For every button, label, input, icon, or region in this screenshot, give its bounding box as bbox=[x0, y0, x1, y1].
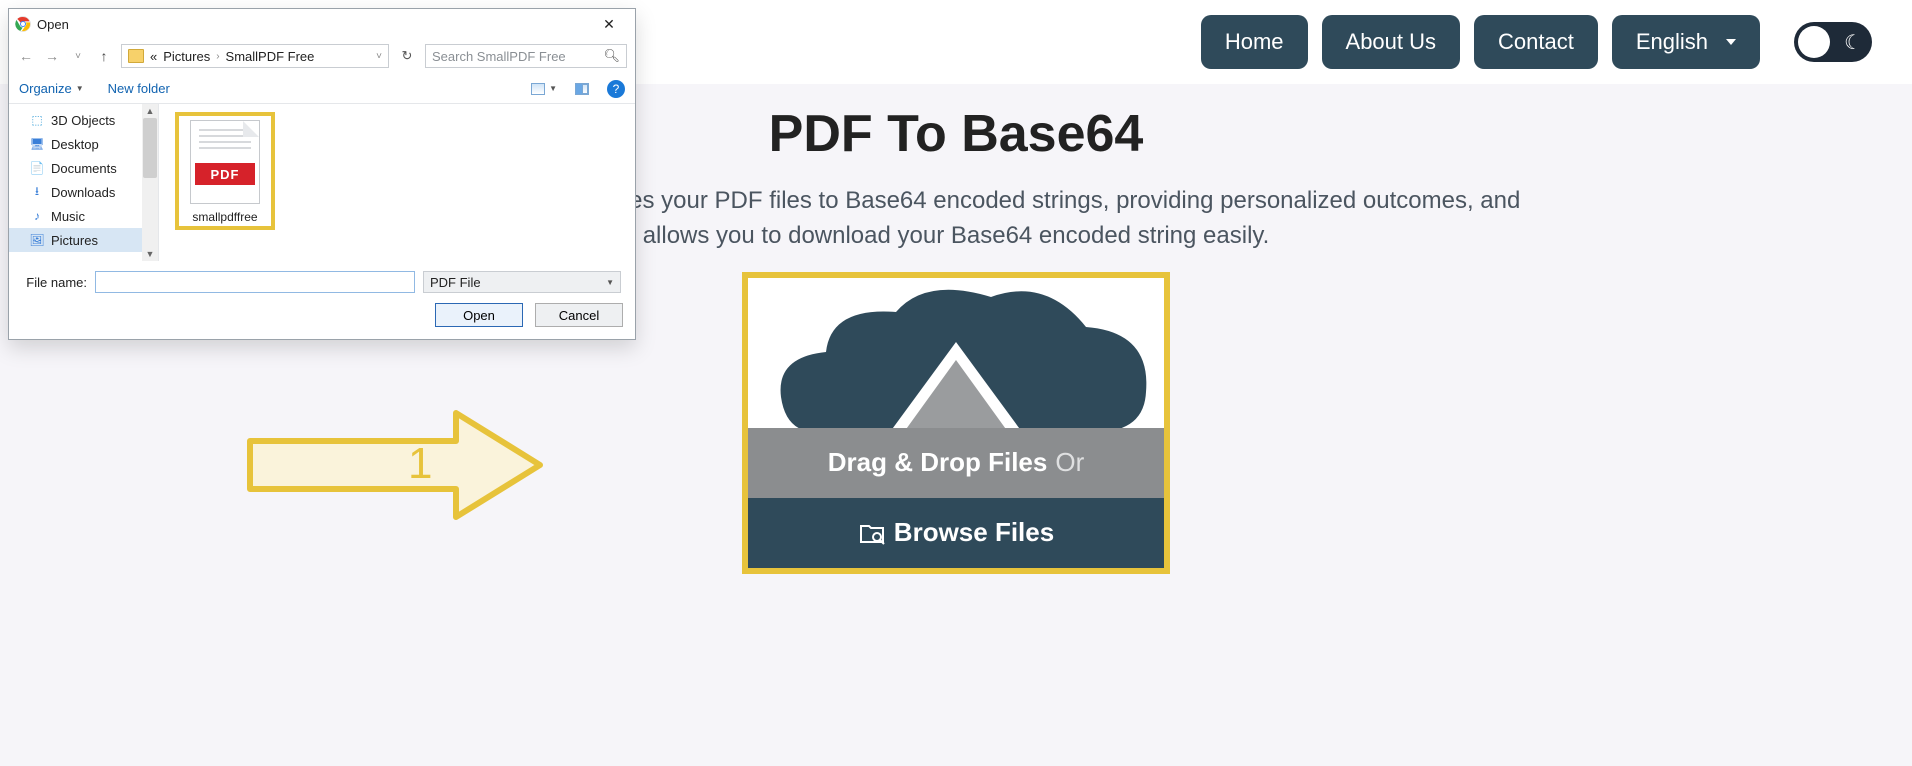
organize-label: Organize bbox=[19, 81, 72, 96]
search-icon: 🔍︎ bbox=[603, 48, 620, 64]
tree-scrollbar[interactable]: ▲ ▼ bbox=[142, 104, 158, 261]
dialog-nav-row: ← → ˅ ↑ « Pictures › SmallPDF Free ˅ ↻ S… bbox=[9, 39, 635, 73]
dialog-title: Open bbox=[37, 17, 589, 32]
tree-item-3d-objects[interactable]: ⬚ 3D Objects bbox=[9, 108, 158, 132]
toggle-knob bbox=[1798, 26, 1830, 58]
cloud-illustration bbox=[748, 278, 1164, 428]
help-button[interactable]: ? bbox=[607, 80, 625, 98]
pdf-thumbnail-icon: PDF bbox=[190, 120, 260, 204]
tree-item-pictures[interactable]: 🖼 Pictures bbox=[9, 228, 158, 252]
open-button[interactable]: Open bbox=[435, 303, 523, 327]
filename-input[interactable] bbox=[95, 271, 415, 293]
browse-files-button[interactable]: Browse Files bbox=[748, 498, 1164, 568]
tree-item-music[interactable]: ♪ Music bbox=[9, 204, 158, 228]
up-button[interactable]: ↑ bbox=[95, 48, 113, 64]
search-placeholder: Search SmallPDF Free bbox=[432, 49, 566, 64]
refresh-button[interactable]: ↻ bbox=[397, 48, 417, 64]
folder-icon bbox=[128, 49, 144, 63]
tree-item-desktop[interactable]: 🖥 Desktop bbox=[9, 132, 158, 156]
pictures-icon: 🖼 bbox=[29, 233, 45, 247]
breadcrumb-smallpdf[interactable]: SmallPDF Free bbox=[226, 49, 315, 64]
scroll-thumb[interactable] bbox=[143, 118, 157, 178]
nav-contact[interactable]: Contact bbox=[1474, 15, 1598, 69]
desktop-icon: 🖥 bbox=[29, 137, 45, 151]
close-button[interactable]: ✕ bbox=[589, 10, 629, 38]
forward-button[interactable]: → bbox=[43, 48, 61, 64]
breadcrumb-root: « bbox=[150, 49, 157, 64]
drag-drop-label: Drag & Drop Files bbox=[828, 447, 1048, 478]
breadcrumb-pictures[interactable]: Pictures bbox=[163, 49, 210, 64]
music-icon: ♪ bbox=[29, 209, 45, 223]
cancel-button[interactable]: Cancel bbox=[535, 303, 623, 327]
annotation-arrow-1: 1 bbox=[240, 405, 550, 525]
filename-label: File name: bbox=[21, 275, 87, 290]
dropdown-icon: ▼ bbox=[549, 84, 557, 93]
language-select[interactable]: English bbox=[1612, 15, 1760, 69]
close-icon: ✕ bbox=[603, 16, 615, 33]
recent-dropdown[interactable]: ˅ bbox=[69, 51, 87, 62]
tree-item-documents[interactable]: 📄 Documents bbox=[9, 156, 158, 180]
pane-icon bbox=[575, 83, 589, 95]
file-name: smallpdffree bbox=[181, 210, 269, 224]
scroll-down-icon[interactable]: ▼ bbox=[146, 249, 155, 259]
folder-search-icon bbox=[858, 520, 886, 546]
file-list: PDF smallpdffree bbox=[159, 104, 635, 261]
dialog-titlebar: Open ✕ bbox=[9, 9, 635, 39]
language-label: English bbox=[1636, 29, 1708, 55]
chrome-icon bbox=[15, 16, 31, 32]
breadcrumb-sep-icon: › bbox=[216, 51, 219, 62]
search-input[interactable]: Search SmallPDF Free 🔍︎ bbox=[425, 44, 627, 68]
documents-icon: 📄 bbox=[29, 161, 45, 175]
folder-tree: ⬚ 3D Objects 🖥 Desktop 📄 Documents ⭳ Downloa… bbox=[9, 104, 159, 261]
tree-label: Pictures bbox=[51, 233, 98, 248]
back-button[interactable]: ← bbox=[17, 48, 35, 64]
browse-files-label: Browse Files bbox=[894, 517, 1054, 548]
drag-drop-or: Or bbox=[1055, 447, 1084, 478]
downloads-icon: ⭳ bbox=[29, 185, 45, 199]
file-type-filter[interactable]: PDF File ▼ bbox=[423, 271, 621, 293]
moon-icon: ☾ bbox=[1844, 30, 1862, 55]
tree-label: Music bbox=[51, 209, 85, 224]
dialog-body: ⬚ 3D Objects 🖥 Desktop 📄 Documents ⭳ Downloa… bbox=[9, 103, 635, 261]
file-item-smallpdffree[interactable]: PDF smallpdffree bbox=[175, 112, 275, 230]
scroll-up-icon[interactable]: ▲ bbox=[146, 106, 155, 116]
address-dropdown-icon[interactable]: ˅ bbox=[376, 51, 382, 62]
dark-mode-toggle[interactable]: ☾ bbox=[1794, 22, 1872, 62]
pdf-badge: PDF bbox=[195, 163, 255, 185]
new-folder-button[interactable]: New folder bbox=[108, 81, 170, 96]
tree-item-downloads[interactable]: ⭳ Downloads bbox=[9, 180, 158, 204]
organize-menu[interactable]: Organize ▼ bbox=[19, 81, 84, 96]
view-mode-button[interactable]: ▼ bbox=[531, 83, 557, 95]
view-icon bbox=[531, 83, 545, 95]
address-bar[interactable]: « Pictures › SmallPDF Free ˅ bbox=[121, 44, 389, 68]
nav-home[interactable]: Home bbox=[1201, 15, 1308, 69]
tree-label: Documents bbox=[51, 161, 117, 176]
tree-label: Desktop bbox=[51, 137, 99, 152]
file-open-dialog: Open ✕ ← → ˅ ↑ « Pictures › SmallPDF Fre… bbox=[8, 8, 636, 340]
dropdown-icon: ▼ bbox=[76, 84, 84, 93]
tree-label: Downloads bbox=[51, 185, 115, 200]
dialog-footer: File name: PDF File ▼ Open Cancel bbox=[9, 261, 635, 337]
dropdown-icon: ▼ bbox=[606, 278, 614, 287]
cloud-upload-icon bbox=[756, 282, 1156, 428]
cube-icon: ⬚ bbox=[29, 113, 45, 127]
tree-label: 3D Objects bbox=[51, 113, 115, 128]
annotation-number-1: 1 bbox=[408, 439, 432, 489]
chevron-down-icon bbox=[1726, 39, 1736, 45]
drag-drop-band[interactable]: Drag & Drop Files Or bbox=[748, 428, 1164, 498]
nav-about[interactable]: About Us bbox=[1322, 15, 1461, 69]
dialog-toolbar: Organize ▼ New folder ▼ ? bbox=[9, 73, 635, 103]
filter-label: PDF File bbox=[430, 275, 481, 290]
upload-box: Drag & Drop Files Or Browse Files bbox=[742, 272, 1170, 574]
preview-pane-button[interactable] bbox=[575, 83, 589, 95]
